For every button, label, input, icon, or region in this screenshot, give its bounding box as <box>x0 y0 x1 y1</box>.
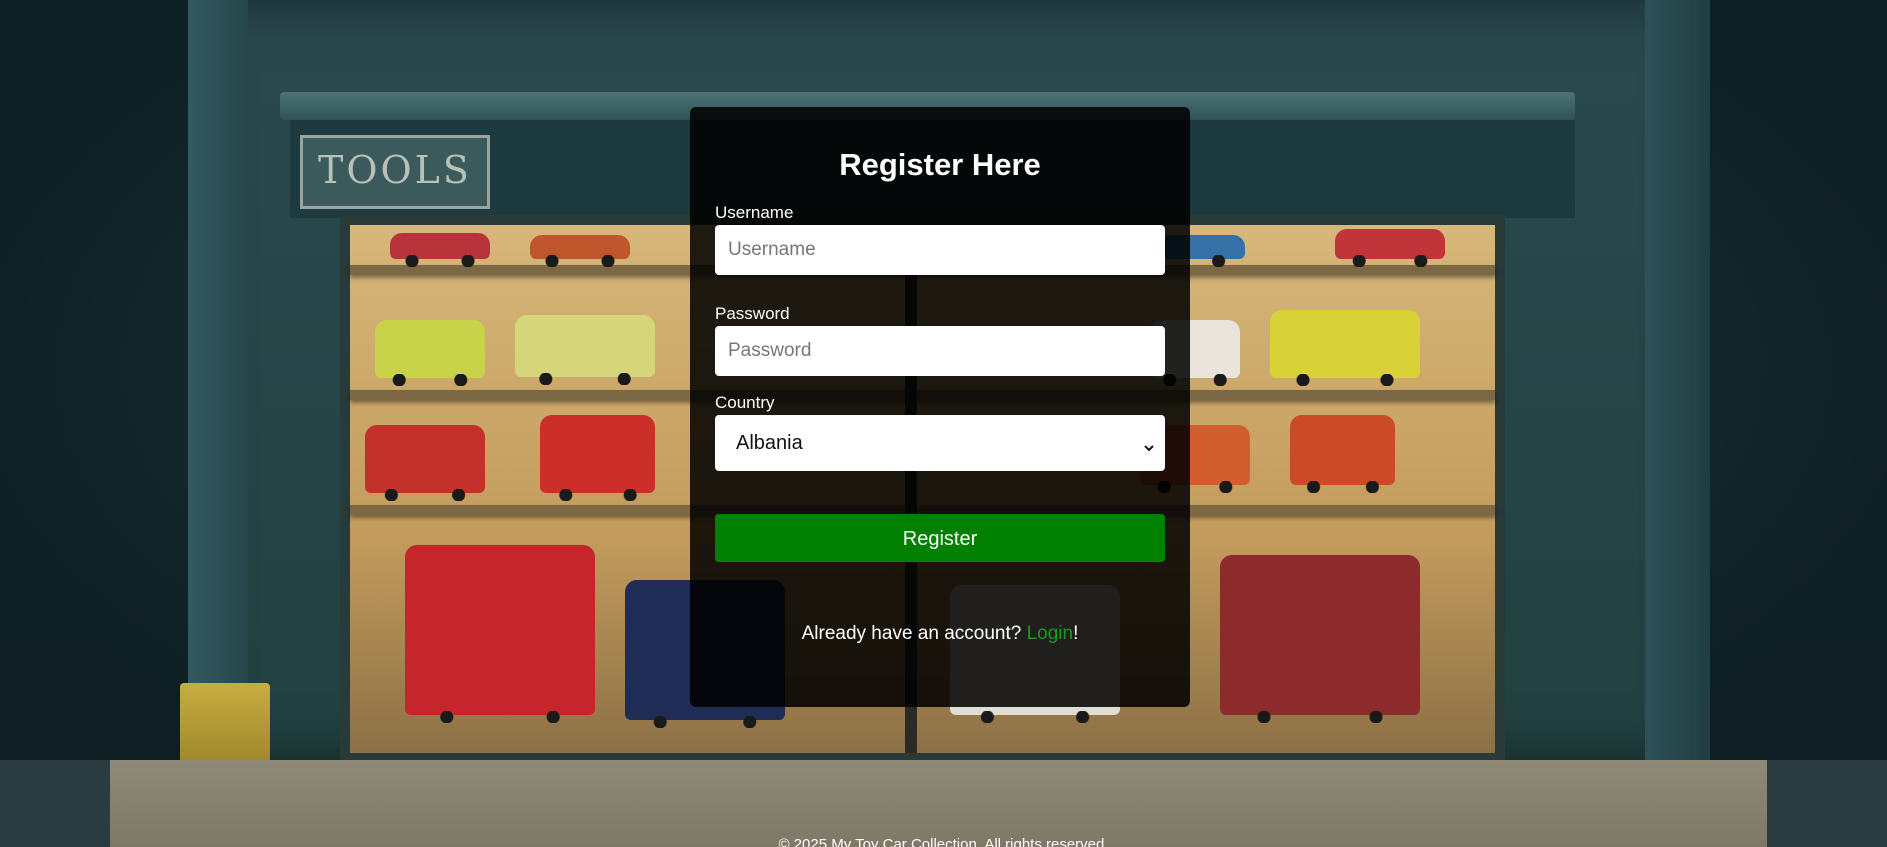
username-input[interactable] <box>715 225 1165 275</box>
login-prompt-text: Already have an account? <box>801 623 1022 644</box>
toy-car <box>530 235 630 267</box>
toy-car <box>540 415 655 501</box>
floor-edge-left <box>0 760 110 847</box>
toy-car <box>405 545 595 723</box>
garage-sign: TOOLS <box>300 135 490 209</box>
chevron-down-icon <box>1143 437 1155 452</box>
register-button[interactable]: Register <box>715 514 1165 562</box>
country-select[interactable]: Albania <box>715 415 1165 471</box>
toy-car <box>390 233 490 267</box>
yellow-crate <box>180 683 270 768</box>
form-title: Register Here <box>839 147 1041 182</box>
toy-car <box>1270 310 1420 386</box>
toy-car <box>375 320 485 386</box>
login-link[interactable]: Login <box>1027 623 1074 644</box>
country-selected-value: Albania <box>736 431 803 454</box>
garage-pillar-left <box>188 0 248 765</box>
register-form: Register Here Username Password Country … <box>690 107 1190 707</box>
username-label: Username <box>715 203 794 222</box>
login-prompt: Already have an account? Login! <box>715 623 1165 645</box>
garage-floor <box>0 760 1887 847</box>
password-input[interactable] <box>715 326 1165 376</box>
footer-copyright: © 2025 My Toy Car Collection. All rights… <box>778 836 1109 847</box>
country-label: Country <box>715 393 775 412</box>
garage-pillar-right <box>1645 0 1710 765</box>
toy-car <box>515 315 655 385</box>
login-suffix: ! <box>1073 623 1079 644</box>
toy-car <box>1220 555 1420 723</box>
toy-car <box>1335 229 1445 267</box>
password-label: Password <box>715 304 790 323</box>
toy-car <box>365 425 485 501</box>
floor-edge-right <box>1767 760 1887 847</box>
toy-car <box>1290 415 1395 493</box>
page: TOOLS Register Here Username Password <box>0 0 1887 847</box>
